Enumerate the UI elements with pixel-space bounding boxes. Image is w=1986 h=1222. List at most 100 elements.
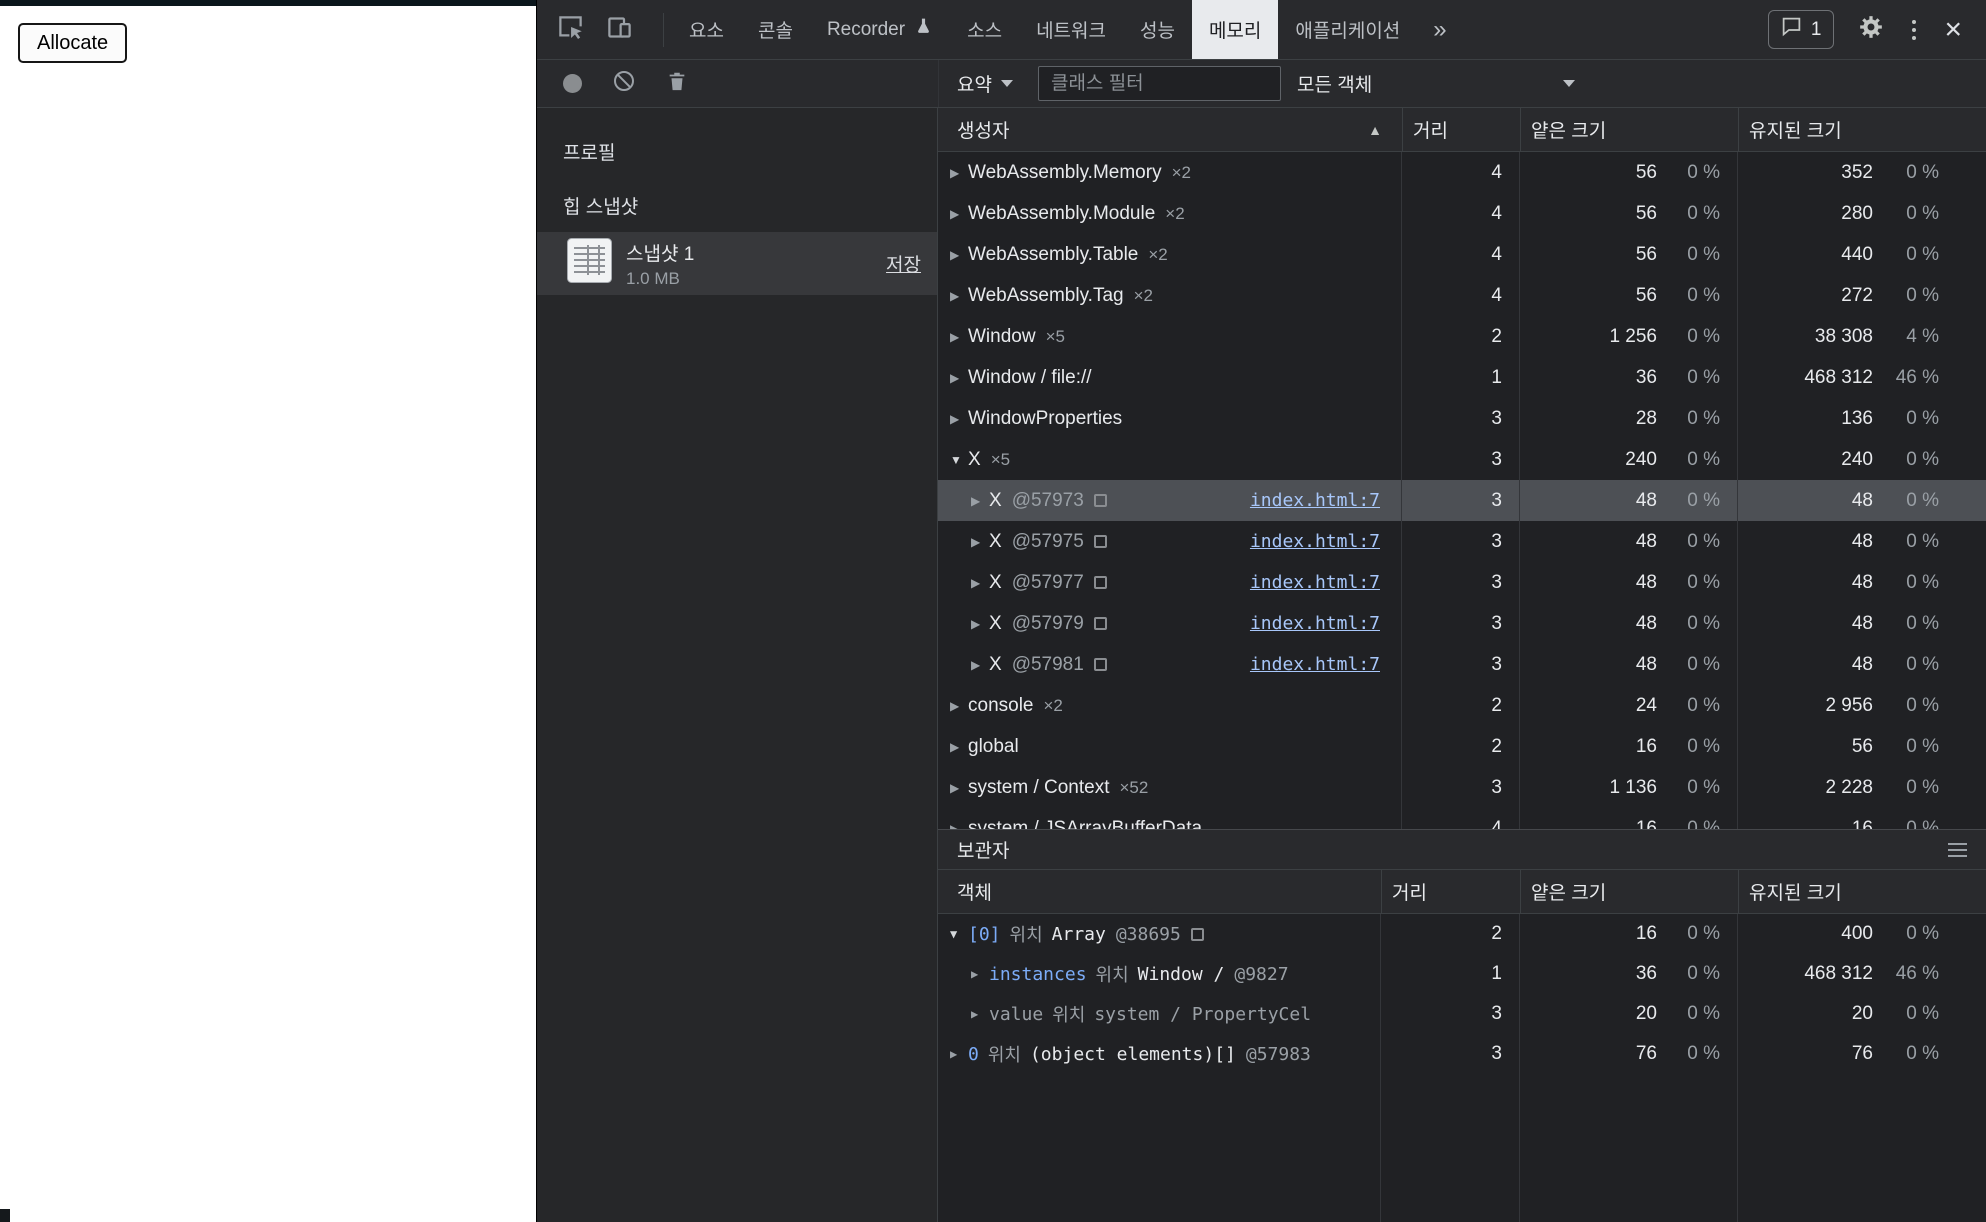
distance-cell: 3 [1381, 1034, 1520, 1074]
summary-row[interactable]: ▶Window / file://1360 %468 31246 % [938, 357, 1986, 398]
settings-gear-icon[interactable] [1858, 14, 1884, 45]
summary-row[interactable]: ▼X×532400 %2400 % [938, 439, 1986, 480]
tree-expand-arrow-icon[interactable]: ▶ [950, 699, 968, 713]
tree-expand-arrow-icon[interactable]: ▶ [950, 248, 968, 262]
tree-expand-arrow-icon[interactable]: ▶ [971, 967, 989, 981]
source-link[interactable]: index.html:7 [1250, 654, 1380, 675]
constructor-name: WebAssembly.Memory [968, 162, 1162, 184]
source-link[interactable]: index.html:7 [1250, 490, 1380, 511]
distance-cell: 3 [1381, 994, 1520, 1034]
more-tabs-button[interactable]: » [1417, 16, 1462, 44]
tree-expand-arrow-icon[interactable]: ▶ [950, 1047, 968, 1061]
tree-expand-arrow-icon[interactable]: ▶ [971, 535, 989, 549]
object-preview-icon[interactable] [1094, 494, 1107, 507]
size-percent: 0 % [1657, 695, 1720, 717]
inspect-element-icon[interactable] [557, 14, 584, 46]
column-header-shallow-size[interactable]: 얕은 크기 [1520, 108, 1738, 151]
tree-expand-arrow-icon[interactable]: ▶ [950, 740, 968, 754]
heap-snapshot-item[interactable]: 스냅샷 1 1.0 MB 저장 [537, 232, 937, 295]
tree-expand-arrow-icon[interactable]: ▶ [950, 166, 968, 180]
summary-row[interactable]: ▶global2160 %560 % [938, 726, 1986, 767]
summary-row[interactable]: ▶X@57973index.html:73480 %480 % [938, 480, 1986, 521]
object-preview-icon[interactable] [1094, 658, 1107, 671]
object-preview-icon[interactable] [1094, 617, 1107, 630]
column-header-shallow-size[interactable]: 얕은 크기 [1520, 870, 1738, 913]
column-header-retained-size[interactable]: 유지된 크기 [1738, 870, 1986, 913]
close-icon[interactable]: × [1944, 15, 1962, 45]
tree-expand-arrow-icon[interactable]: ▶ [950, 371, 968, 385]
tree-expand-arrow-icon[interactable]: ▶ [971, 658, 989, 672]
tree-expand-arrow-icon[interactable]: ▶ [971, 494, 989, 508]
summary-row[interactable]: ▶system / JSArrayBufferData4160 %160 % [938, 808, 1986, 829]
kebab-menu-icon[interactable] [1908, 16, 1920, 44]
retainer-row[interactable]: ▶instances위치Window /@98271360 %468 31246… [938, 954, 1986, 994]
distance-cell: 3 [1402, 644, 1520, 685]
tree-expand-arrow-icon[interactable]: ▶ [950, 289, 968, 303]
hamburger-menu-icon[interactable] [1948, 843, 1967, 857]
tree-expand-arrow-icon[interactable]: ▶ [971, 576, 989, 590]
tree-expand-arrow-icon[interactable]: ▶ [950, 781, 968, 795]
column-header-distance[interactable]: 거리 [1402, 108, 1520, 151]
size-value: 468 312 [1738, 367, 1873, 389]
tab-요소[interactable]: 요소 [672, 0, 741, 59]
retained-size-cell: 2720 % [1738, 275, 1986, 316]
record-heap-snapshot-button[interactable] [563, 74, 582, 93]
summary-row[interactable]: ▶X@57981index.html:73480 %480 % [938, 644, 1986, 685]
constructor-cell: ▶WebAssembly.Module×2 [938, 193, 1402, 234]
summary-row[interactable]: ▶console×22240 %2 9560 % [938, 685, 1986, 726]
retainer-in-label: 위치 [988, 1041, 1021, 1067]
column-header-retained-size[interactable]: 유지된 크기 [1738, 108, 1986, 151]
source-link[interactable]: index.html:7 [1250, 531, 1380, 552]
summary-row[interactable]: ▶WindowProperties3280 %1360 % [938, 398, 1986, 439]
tree-expand-arrow-icon[interactable]: ▶ [950, 330, 968, 344]
tree-expand-arrow-icon[interactable]: ▶ [950, 207, 968, 221]
tree-expand-arrow-icon[interactable]: ▶ [950, 412, 968, 426]
summary-row[interactable]: ▶X@57979index.html:73480 %480 % [938, 603, 1986, 644]
source-link[interactable]: index.html:7 [1250, 613, 1380, 634]
summary-row[interactable]: ▶WebAssembly.Memory×24560 %3520 % [938, 152, 1986, 193]
tab-애플리케이션[interactable]: 애플리케이션 [1278, 0, 1417, 59]
column-header-distance[interactable]: 거리 [1381, 870, 1520, 913]
tab-Recorder[interactable]: Recorder [810, 0, 950, 59]
retainer-row[interactable]: ▶0위치(object elements)[]@579833760 %760 % [938, 1034, 1986, 1074]
summary-row[interactable]: ▶system / Context×5231 1360 %2 2280 % [938, 767, 1986, 808]
save-snapshot-link[interactable]: 저장 [886, 250, 921, 277]
source-link[interactable]: index.html:7 [1250, 572, 1380, 593]
tab-소스[interactable]: 소스 [950, 0, 1019, 59]
tab-label: 소스 [967, 16, 1002, 43]
delete-profile-icon[interactable] [666, 70, 688, 97]
allocate-button[interactable]: Allocate [18, 23, 127, 63]
objects-scope-select[interactable]: 모든 객체 [1297, 70, 1583, 97]
issues-counter[interactable]: 1 [1768, 10, 1835, 49]
clear-profiles-icon[interactable] [612, 69, 636, 98]
tab-메모리[interactable]: 메모리 [1192, 0, 1278, 59]
class-filter-input[interactable] [1038, 66, 1281, 101]
tree-collapse-arrow-icon[interactable]: ▼ [950, 927, 968, 941]
summary-row[interactable]: ▶Window×521 2560 %38 3084 % [938, 316, 1986, 357]
tab-네트워크[interactable]: 네트워크 [1019, 0, 1123, 59]
perspective-select[interactable]: 요약 [957, 70, 1013, 97]
column-header-constructor[interactable]: 생성자 ▲ [938, 108, 1402, 151]
object-preview-icon[interactable] [1191, 928, 1204, 941]
summary-row[interactable]: ▶X@57977index.html:73480 %480 % [938, 562, 1986, 603]
summary-row[interactable]: ▶WebAssembly.Table×24560 %4400 % [938, 234, 1986, 275]
size-percent: 0 % [1657, 1043, 1720, 1065]
tab-콘솔[interactable]: 콘솔 [741, 0, 810, 59]
tab-성능[interactable]: 성능 [1123, 0, 1192, 59]
device-toolbar-icon[interactable] [606, 14, 633, 46]
tree-expand-arrow-icon[interactable]: ▶ [971, 617, 989, 631]
summary-row[interactable]: ▶X@57975index.html:73480 %480 % [938, 521, 1986, 562]
tree-collapse-arrow-icon[interactable]: ▼ [950, 453, 968, 467]
tree-expand-arrow-icon[interactable]: ▶ [971, 1007, 989, 1021]
column-header-object[interactable]: 객체 [938, 870, 1381, 913]
size-percent: 0 % [1873, 572, 1939, 594]
summary-row[interactable]: ▶WebAssembly.Tag×24560 %2720 % [938, 275, 1986, 316]
object-preview-icon[interactable] [1094, 576, 1107, 589]
retainer-row[interactable]: ▼[0]위치Array@386952160 %4000 % [938, 914, 1986, 954]
constructor-name: X [989, 572, 1002, 594]
object-preview-icon[interactable] [1094, 535, 1107, 548]
summary-grid-rows: ▶WebAssembly.Memory×24560 %3520 %▶WebAss… [938, 152, 1986, 829]
tree-expand-arrow-icon[interactable]: ▶ [950, 822, 968, 830]
summary-row[interactable]: ▶WebAssembly.Module×24560 %2800 % [938, 193, 1986, 234]
retainer-row[interactable]: ▶value위치system / PropertyCel3200 %200 % [938, 994, 1986, 1034]
